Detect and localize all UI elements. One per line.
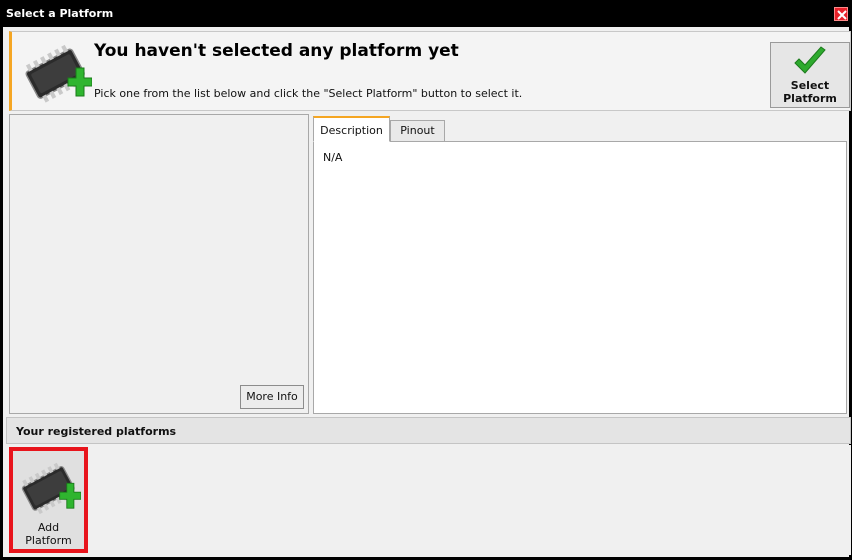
close-icon bbox=[837, 10, 847, 20]
platform-list: Add Platform bbox=[6, 445, 851, 555]
header-banner: You haven't selected any platform yet Pi… bbox=[9, 31, 851, 111]
add-platform-button[interactable]: Add Platform bbox=[9, 447, 88, 553]
add-platform-label: Add Platform bbox=[25, 521, 72, 547]
header-subtitle: Pick one from the list below and click t… bbox=[94, 87, 523, 100]
header-title: You haven't selected any platform yet bbox=[94, 41, 459, 61]
registered-platforms-header: Your registered platforms bbox=[6, 417, 851, 444]
description-text: N/A bbox=[323, 151, 343, 164]
checkmark-icon bbox=[794, 46, 826, 74]
tab-pinout[interactable]: Pinout bbox=[390, 120, 445, 142]
select-platform-button[interactable]: Select Platform bbox=[770, 42, 850, 108]
chip-add-icon bbox=[25, 44, 92, 103]
registered-platforms-title: Your registered platforms bbox=[16, 425, 177, 438]
title-bar: Select a Platform bbox=[0, 0, 852, 27]
select-platform-label: Select Platform bbox=[783, 79, 837, 105]
close-button[interactable] bbox=[834, 7, 848, 21]
chip-add-icon bbox=[21, 462, 81, 515]
tab-description[interactable]: Description bbox=[313, 116, 390, 142]
more-info-button[interactable]: More Info bbox=[240, 385, 304, 409]
window-title: Select a Platform bbox=[6, 7, 114, 20]
description-panel: N/A bbox=[313, 141, 847, 414]
dialog-body: You haven't selected any platform yet Pi… bbox=[3, 27, 851, 557]
platform-preview-panel: More Info bbox=[9, 114, 309, 414]
